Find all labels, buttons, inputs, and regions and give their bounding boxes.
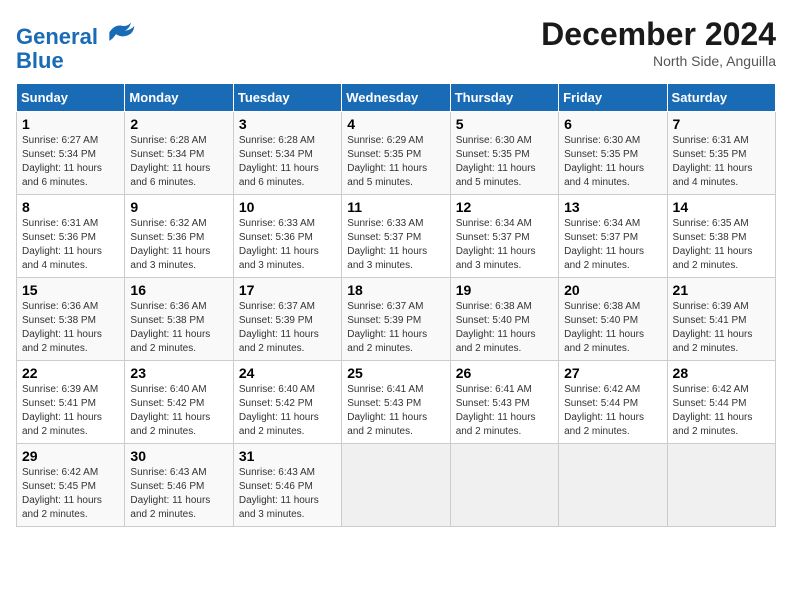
calendar-row-0: 1 Sunrise: 6:27 AM Sunset: 5:34 PM Dayli… <box>17 112 776 195</box>
cell-row1-col3: 11 Sunrise: 6:33 AM Sunset: 5:37 PM Dayl… <box>342 195 450 278</box>
logo-text: General Blue <box>16 16 136 73</box>
calendar-row-3: 22 Sunrise: 6:39 AM Sunset: 5:41 PM Dayl… <box>17 361 776 444</box>
cell-row2-col2: 17 Sunrise: 6:37 AM Sunset: 5:39 PM Dayl… <box>233 278 341 361</box>
cell-row0-col6: 7 Sunrise: 6:31 AM Sunset: 5:35 PM Dayli… <box>667 112 775 195</box>
cell-row0-col4: 5 Sunrise: 6:30 AM Sunset: 5:35 PM Dayli… <box>450 112 558 195</box>
header-monday: Monday <box>125 84 233 112</box>
cell-row4-col4 <box>450 444 558 527</box>
header-friday: Friday <box>559 84 667 112</box>
cell-row4-col3 <box>342 444 450 527</box>
header-saturday: Saturday <box>667 84 775 112</box>
logo-bird-icon <box>106 16 136 44</box>
cell-row4-col5 <box>559 444 667 527</box>
subtitle: North Side, Anguilla <box>541 53 776 69</box>
cell-row3-col0: 22 Sunrise: 6:39 AM Sunset: 5:41 PM Dayl… <box>17 361 125 444</box>
cell-row3-col1: 23 Sunrise: 6:40 AM Sunset: 5:42 PM Dayl… <box>125 361 233 444</box>
cell-dec-1: 1 Sunrise: 6:27 AM Sunset: 5:34 PM Dayli… <box>17 112 125 195</box>
cell-row1-col1: 9 Sunrise: 6:32 AM Sunset: 5:36 PM Dayli… <box>125 195 233 278</box>
header-wednesday: Wednesday <box>342 84 450 112</box>
cell-row4-col1: 30 Sunrise: 6:43 AM Sunset: 5:46 PM Dayl… <box>125 444 233 527</box>
cell-row3-col2: 24 Sunrise: 6:40 AM Sunset: 5:42 PM Dayl… <box>233 361 341 444</box>
cell-row4-col6 <box>667 444 775 527</box>
cell-row1-col0: 8 Sunrise: 6:31 AM Sunset: 5:36 PM Dayli… <box>17 195 125 278</box>
cell-row0-col5: 6 Sunrise: 6:30 AM Sunset: 5:35 PM Dayli… <box>559 112 667 195</box>
title-section: December 2024 North Side, Anguilla <box>541 16 776 69</box>
cell-row3-col4: 26 Sunrise: 6:41 AM Sunset: 5:43 PM Dayl… <box>450 361 558 444</box>
cell-row2-col0: 15 Sunrise: 6:36 AM Sunset: 5:38 PM Dayl… <box>17 278 125 361</box>
page-header: General Blue December 2024 North Side, A… <box>16 16 776 73</box>
cell-row1-col2: 10 Sunrise: 6:33 AM Sunset: 5:36 PM Dayl… <box>233 195 341 278</box>
header-sunday: Sunday <box>17 84 125 112</box>
cell-row1-col4: 12 Sunrise: 6:34 AM Sunset: 5:37 PM Dayl… <box>450 195 558 278</box>
cell-row0-col1: 2 Sunrise: 6:28 AM Sunset: 5:34 PM Dayli… <box>125 112 233 195</box>
cell-row2-col6: 21 Sunrise: 6:39 AM Sunset: 5:41 PM Dayl… <box>667 278 775 361</box>
cell-row1-col6: 14 Sunrise: 6:35 AM Sunset: 5:38 PM Dayl… <box>667 195 775 278</box>
cell-row3-col3: 25 Sunrise: 6:41 AM Sunset: 5:43 PM Dayl… <box>342 361 450 444</box>
calendar-header-row: Sunday Monday Tuesday Wednesday Thursday… <box>17 84 776 112</box>
header-thursday: Thursday <box>450 84 558 112</box>
cell-row0-col2: 3 Sunrise: 6:28 AM Sunset: 5:34 PM Dayli… <box>233 112 341 195</box>
cell-row4-col0: 29 Sunrise: 6:42 AM Sunset: 5:45 PM Dayl… <box>17 444 125 527</box>
cell-row0-col3: 4 Sunrise: 6:29 AM Sunset: 5:35 PM Dayli… <box>342 112 450 195</box>
logo: General Blue <box>16 16 136 73</box>
calendar-row-1: 8 Sunrise: 6:31 AM Sunset: 5:36 PM Dayli… <box>17 195 776 278</box>
cell-row2-col3: 18 Sunrise: 6:37 AM Sunset: 5:39 PM Dayl… <box>342 278 450 361</box>
cell-row2-col5: 20 Sunrise: 6:38 AM Sunset: 5:40 PM Dayl… <box>559 278 667 361</box>
cell-row3-col6: 28 Sunrise: 6:42 AM Sunset: 5:44 PM Dayl… <box>667 361 775 444</box>
calendar-row-2: 15 Sunrise: 6:36 AM Sunset: 5:38 PM Dayl… <box>17 278 776 361</box>
cell-row2-col4: 19 Sunrise: 6:38 AM Sunset: 5:40 PM Dayl… <box>450 278 558 361</box>
cell-row2-col1: 16 Sunrise: 6:36 AM Sunset: 5:38 PM Dayl… <box>125 278 233 361</box>
calendar-row-4: 29 Sunrise: 6:42 AM Sunset: 5:45 PM Dayl… <box>17 444 776 527</box>
calendar-table: Sunday Monday Tuesday Wednesday Thursday… <box>16 83 776 527</box>
cell-row4-col2: 31 Sunrise: 6:43 AM Sunset: 5:46 PM Dayl… <box>233 444 341 527</box>
cell-row1-col5: 13 Sunrise: 6:34 AM Sunset: 5:37 PM Dayl… <box>559 195 667 278</box>
main-title: December 2024 <box>541 16 776 53</box>
header-tuesday: Tuesday <box>233 84 341 112</box>
cell-row3-col5: 27 Sunrise: 6:42 AM Sunset: 5:44 PM Dayl… <box>559 361 667 444</box>
